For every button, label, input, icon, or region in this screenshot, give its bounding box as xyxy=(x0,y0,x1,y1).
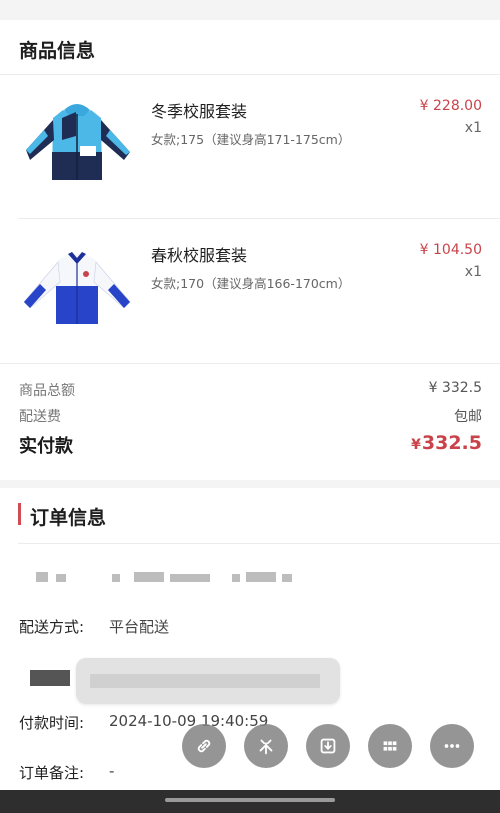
section-accent-bar xyxy=(18,503,21,525)
redacted-order-number xyxy=(36,570,296,584)
download-icon[interactable] xyxy=(306,724,350,768)
divider xyxy=(18,218,500,219)
shipping-label: 配送费 xyxy=(19,409,61,425)
redacted-block xyxy=(134,572,164,582)
subtotal-value: ¥ 332.5 xyxy=(428,380,482,396)
order-remark-label: 订单备注: xyxy=(19,764,85,782)
sparkle-icon[interactable] xyxy=(244,724,288,768)
divider xyxy=(18,543,500,544)
paid-currency: ¥ xyxy=(411,437,421,453)
delivery-method-label: 配送方式: xyxy=(19,618,85,636)
winter-jacket-icon xyxy=(18,100,136,195)
product-spec: 女款;170（建议身高166-170cm） xyxy=(151,276,351,291)
shipping-value: 包邮 xyxy=(454,409,482,425)
divider xyxy=(0,74,500,75)
product-name: 冬季校服套装 xyxy=(151,102,248,121)
subtotal-label: 商品总额 xyxy=(19,383,75,399)
product-spec: 女款;175（建议身高171-175cm） xyxy=(151,132,351,147)
paid-amount: ¥332.5 xyxy=(411,432,482,454)
product-name: 春秋校服套装 xyxy=(151,246,248,265)
more-icon[interactable] xyxy=(430,724,474,768)
paid-value: 332.5 xyxy=(421,432,482,454)
redacted-block xyxy=(56,574,66,582)
product-info-card: 商品信息 冬季校服套装 女款;175（建议身高171-175cm） ¥ 228.… xyxy=(0,20,500,480)
product-quantity: x1 xyxy=(464,120,482,136)
copy-tooltip[interactable] xyxy=(76,658,340,704)
redacted-block xyxy=(112,574,120,582)
link-icon[interactable] xyxy=(182,724,226,768)
product-item[interactable]: 春秋校服套装 女款;170（建议身高166-170cm） ¥ 104.50 x1 xyxy=(0,222,500,362)
home-indicator[interactable] xyxy=(165,798,335,802)
delivery-method-value: 平台配送 xyxy=(109,618,170,636)
payment-time-label: 付款时间: xyxy=(19,714,85,732)
product-quantity: x1 xyxy=(464,264,482,280)
product-price: ¥ 104.50 xyxy=(419,242,482,258)
order-section-title: 订单信息 xyxy=(30,507,107,529)
redacted-block xyxy=(282,574,292,582)
paid-label: 实付款 xyxy=(19,436,73,457)
redacted-block xyxy=(30,670,70,686)
redacted-block xyxy=(90,674,320,688)
product-price: ¥ 228.00 xyxy=(419,98,482,114)
redacted-block xyxy=(246,572,276,582)
top-margin xyxy=(0,0,500,20)
floating-toolbar xyxy=(182,724,482,770)
divider xyxy=(0,363,500,364)
redacted-block xyxy=(36,572,48,582)
order-remark-value: - xyxy=(109,762,115,780)
spring-jacket-icon xyxy=(18,242,136,337)
redacted-block xyxy=(232,574,240,582)
redacted-block xyxy=(170,574,210,582)
product-item[interactable]: 冬季校服套装 女款;175（建议身高171-175cm） ¥ 228.00 x1 xyxy=(0,78,500,218)
product-section-title: 商品信息 xyxy=(19,40,96,62)
grid-icon[interactable] xyxy=(368,724,412,768)
